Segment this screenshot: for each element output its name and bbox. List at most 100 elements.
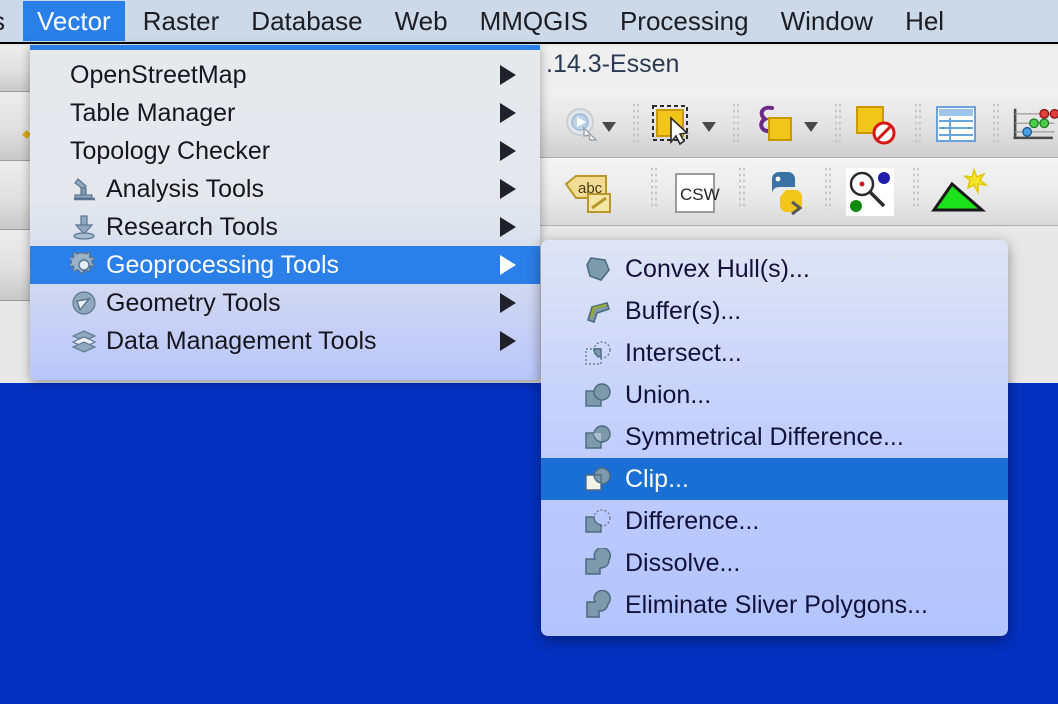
submenu-item-clip[interactable]: Clip... xyxy=(541,458,1008,500)
menu-item-data-management-tools[interactable]: Data Management Tools xyxy=(30,322,540,360)
toolbar-separator xyxy=(650,166,658,210)
deselect-features-icon[interactable] xyxy=(852,102,900,148)
submenu-arrow-icon xyxy=(500,179,516,199)
menubar-item-web[interactable]: Web xyxy=(381,1,462,41)
toolbar-separator xyxy=(632,102,640,146)
menu-item-analysis-tools[interactable]: Analysis Tools xyxy=(30,170,540,208)
menubar-item-window[interactable]: Window xyxy=(767,1,887,41)
menu-item-table-manager[interactable]: Table Manager xyxy=(30,94,540,132)
menubar-item-mmqgis[interactable]: MMQGIS xyxy=(466,1,602,41)
menu-item-geoprocessing-tools[interactable]: Geoprocessing Tools xyxy=(30,246,540,284)
difference-icon xyxy=(583,506,613,536)
menu-item-openstreetmap[interactable]: OpenStreetMap xyxy=(30,56,540,94)
menu-item-label: Table Manager xyxy=(70,98,236,127)
menubar-item-vector[interactable]: Vector xyxy=(23,1,125,41)
toolbar-separator xyxy=(912,166,920,210)
submenu-item-label: Eliminate Sliver Polygons... xyxy=(625,590,928,619)
sym-difference-icon xyxy=(583,422,613,452)
buffer-icon xyxy=(583,296,613,326)
toolbar-separator xyxy=(914,102,922,146)
convex-hull-icon xyxy=(583,254,613,284)
window-title-bar: .14.3-Essen xyxy=(540,46,1058,91)
toolbar-separator xyxy=(824,166,832,210)
submenu-item-union[interactable]: Union... xyxy=(541,374,1008,416)
plugins-toolbar: abc CSW xyxy=(540,158,1058,226)
menu-bar: s Vector Raster Database Web MMQGIS Proc… xyxy=(0,0,1058,44)
layers-icon xyxy=(70,327,98,355)
menubar-item-database[interactable]: Database xyxy=(237,1,376,41)
menu-item-topology-checker[interactable]: Topology Checker xyxy=(30,132,540,170)
submenu-item-label: Union... xyxy=(625,380,712,409)
geoprocessing-submenu: Convex Hull(s)... Buffer(s)... Intersect… xyxy=(541,240,1008,636)
run-feature-action-icon[interactable] xyxy=(562,104,604,146)
microscope-icon xyxy=(70,175,98,203)
menu-item-label: Topology Checker xyxy=(70,136,271,165)
csw-catalog-icon[interactable]: CSW xyxy=(670,168,720,218)
toolbar-stub-3 xyxy=(0,162,32,230)
submenu-item-label: Difference... xyxy=(625,506,760,535)
menu-item-geometry-tools[interactable]: Geometry Tools xyxy=(30,284,540,322)
label-edit-icon[interactable]: abc xyxy=(562,168,616,218)
submenu-item-convex-hulls[interactable]: Convex Hull(s)... xyxy=(541,248,1008,290)
svg-text:CSW: CSW xyxy=(680,185,720,204)
menubar-item-help[interactable]: Hel xyxy=(891,1,958,41)
menubar-item-processing[interactable]: Processing xyxy=(606,1,763,41)
select-features-by-expression-icon[interactable] xyxy=(752,102,800,148)
menubar-item-raster[interactable]: Raster xyxy=(129,1,234,41)
submenu-item-difference[interactable]: Difference... xyxy=(541,500,1008,542)
menubar-item-0[interactable]: s xyxy=(0,1,19,41)
submenu-item-label: Buffer(s)... xyxy=(625,296,742,325)
vector-dropdown-menu: OpenStreetMap Table Manager Topology Che… xyxy=(30,45,540,380)
menu-item-label: Data Management Tools xyxy=(106,326,377,355)
dissolve-icon xyxy=(583,546,613,578)
submenu-item-label: Clip... xyxy=(625,464,689,493)
submenu-item-buffers[interactable]: Buffer(s)... xyxy=(541,290,1008,332)
clip-icon xyxy=(583,464,613,494)
eliminate-icon xyxy=(583,589,613,620)
measure-icon[interactable] xyxy=(1010,102,1058,148)
submenu-item-intersect[interactable]: Intersect... xyxy=(541,332,1008,374)
submenu-item-label: Intersect... xyxy=(625,338,742,367)
menu-item-research-tools[interactable]: Research Tools xyxy=(30,208,540,246)
submenu-arrow-icon xyxy=(500,255,516,275)
submenu-arrow-icon xyxy=(500,141,516,161)
menu-item-label: Geoprocessing Tools xyxy=(106,250,340,279)
toolbar-stub-1 xyxy=(0,46,32,92)
submenu-arrow-icon xyxy=(500,217,516,237)
menu-item-label: Research Tools xyxy=(106,212,278,241)
chevron-down-icon[interactable] xyxy=(702,122,716,132)
toolbar-separator xyxy=(732,102,740,146)
toolbar-stub-4 xyxy=(0,231,32,301)
union-icon xyxy=(583,380,613,410)
chevron-down-icon[interactable] xyxy=(804,122,818,132)
submenu-arrow-icon xyxy=(500,65,516,85)
toolbar-separator xyxy=(834,102,842,146)
menu-item-label: Analysis Tools xyxy=(106,174,264,203)
submenu-arrow-icon xyxy=(500,331,516,351)
submenu-item-label: Symmetrical Difference... xyxy=(625,422,904,451)
open-attribute-table-icon[interactable] xyxy=(932,102,980,148)
toolbar-stub-2 xyxy=(0,93,32,161)
screen: .14.3-Essen abc CSW Vector Raster Databa… xyxy=(0,0,1058,704)
attributes-toolbar xyxy=(540,90,1058,158)
submenu-arrow-icon xyxy=(500,103,516,123)
submenu-item-label: Convex Hull(s)... xyxy=(625,254,810,283)
toolbar-separator xyxy=(738,166,746,210)
search-layers-icon[interactable] xyxy=(844,166,896,218)
submenu-item-dissolve[interactable]: Dissolve... xyxy=(541,542,1008,584)
gear-icon xyxy=(68,251,98,279)
intersect-icon xyxy=(583,338,613,368)
submenu-item-eliminate-sliver-polygons[interactable]: Eliminate Sliver Polygons... xyxy=(541,584,1008,626)
toolbar-separator xyxy=(992,102,1000,146)
chevron-down-icon[interactable] xyxy=(602,122,616,132)
terrain-profile-icon[interactable] xyxy=(930,166,988,218)
select-features-by-area-icon[interactable] xyxy=(650,102,698,148)
submenu-arrow-icon xyxy=(500,293,516,313)
python-console-icon[interactable] xyxy=(758,168,808,218)
download-arrow-icon xyxy=(70,213,98,241)
submenu-item-label: Dissolve... xyxy=(625,548,741,577)
menu-item-label: OpenStreetMap xyxy=(70,60,247,89)
menu-item-label: Geometry Tools xyxy=(106,288,281,317)
submenu-item-symmetrical-difference[interactable]: Symmetrical Difference... xyxy=(541,416,1008,458)
geometry-icon xyxy=(70,289,98,317)
